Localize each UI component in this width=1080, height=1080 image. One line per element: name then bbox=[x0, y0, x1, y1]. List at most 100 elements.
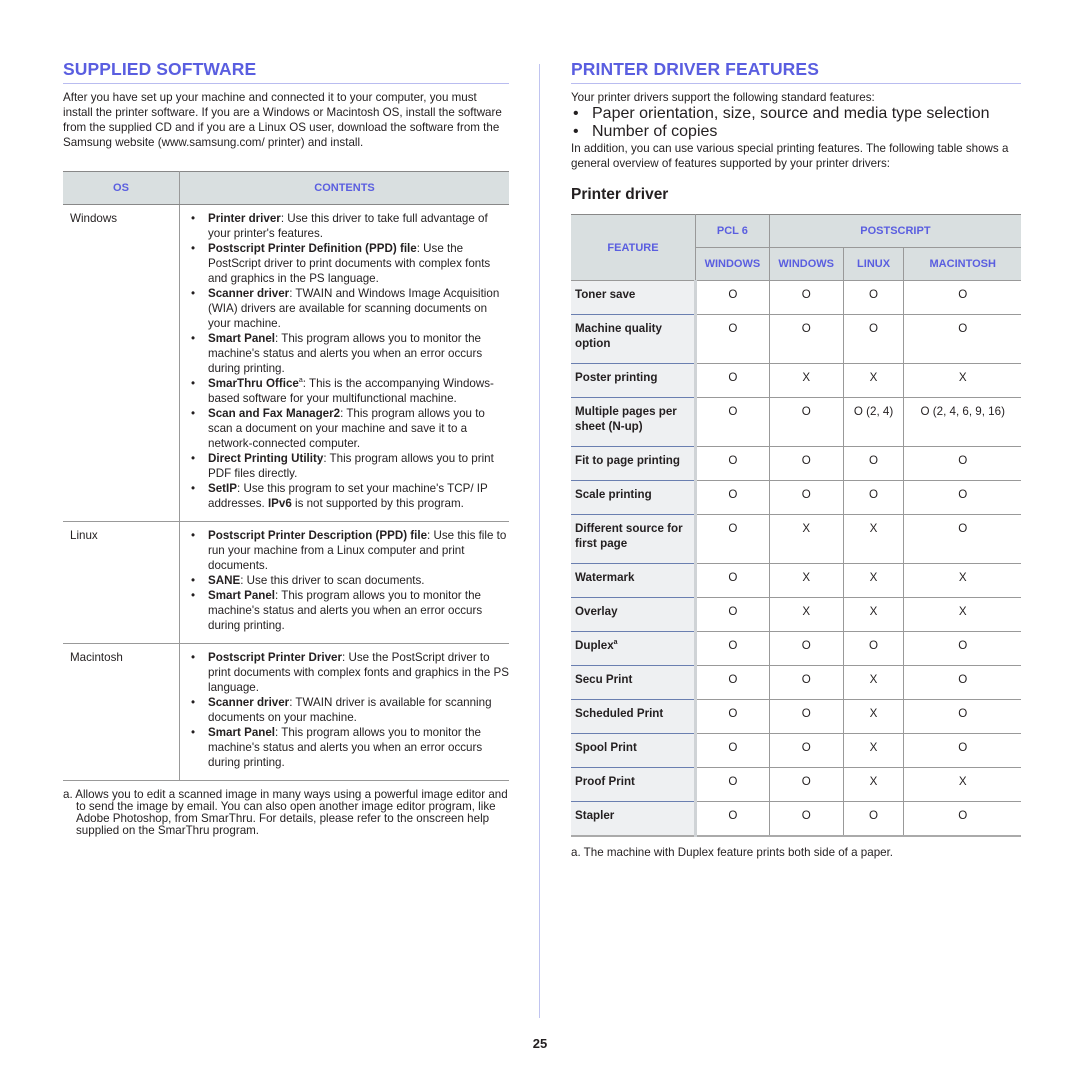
item-name: Smart Panel bbox=[208, 332, 276, 345]
table-row: Secu Print O O X O bbox=[571, 665, 1021, 700]
support-value: X bbox=[768, 363, 844, 398]
feature-name: Poster printing bbox=[571, 363, 697, 398]
support-value: O bbox=[768, 631, 844, 666]
item-name: Scanner driver bbox=[208, 696, 290, 709]
support-value: O bbox=[768, 280, 844, 315]
support-value: X bbox=[842, 514, 904, 564]
list-item: SmarThru Officea: This is the accompanyi… bbox=[188, 376, 509, 406]
item-emphasis: IPv6 bbox=[267, 497, 292, 510]
item-name: Postscript Printer Driver bbox=[208, 651, 343, 664]
table-row: Scheduled Print O O X O bbox=[571, 699, 1021, 734]
support-value: X bbox=[768, 514, 844, 564]
support-value: O bbox=[768, 480, 844, 515]
support-value: O bbox=[842, 480, 904, 515]
feature-label: Poster printing bbox=[575, 371, 658, 384]
support-value: O bbox=[903, 699, 1021, 734]
support-value: X bbox=[842, 563, 904, 598]
support-value: O bbox=[842, 314, 904, 364]
support-value: O bbox=[768, 314, 844, 364]
header-postscript: POSTSCRIPT bbox=[768, 214, 1021, 248]
intro-paragraph: Your printer drivers support the followi… bbox=[571, 91, 875, 104]
header-ps-windows: WINDOWS bbox=[768, 247, 844, 281]
support-value: X bbox=[842, 665, 904, 700]
page-number: 25 bbox=[532, 1036, 548, 1051]
feature-label: Secu Print bbox=[575, 673, 633, 686]
feature-label: Multiple pages per sheet (N-up) bbox=[575, 405, 677, 433]
feature-name: Duplexa bbox=[571, 631, 697, 666]
contents-list: Postscript Printer Description (PPD) fil… bbox=[188, 528, 509, 633]
feature-label: Duplex bbox=[575, 639, 614, 652]
table-row: MacintoshPostscript Printer Driver: Use … bbox=[63, 643, 509, 781]
item-name: SmarThru Office bbox=[208, 377, 299, 390]
list-item: SetIP: Use this program to set your mach… bbox=[188, 481, 509, 511]
contents-list: Printer driver: Use this driver to take … bbox=[188, 211, 509, 511]
support-value: X bbox=[903, 563, 1021, 598]
supplied-software-section: SUPPLIED SOFTWARE After you have set up … bbox=[63, 58, 509, 837]
item-name: SANE bbox=[208, 574, 241, 587]
support-value: O bbox=[695, 767, 770, 802]
item-name: Smart Panel bbox=[208, 589, 276, 602]
os-cell: Windows bbox=[63, 204, 180, 522]
list-item: Printer driver: Use this driver to take … bbox=[188, 211, 509, 241]
feature-name: Multiple pages per sheet (N-up) bbox=[571, 397, 697, 447]
list-item: Smart Panel: This program allows you to … bbox=[188, 331, 509, 376]
feature-name: Secu Print bbox=[571, 665, 697, 700]
support-value: O bbox=[695, 801, 770, 837]
table-row: Poster printing O X X X bbox=[571, 363, 1021, 398]
support-value: O bbox=[695, 397, 770, 447]
header-os: OS bbox=[63, 171, 180, 205]
list-item: Smart Panel: This program allows you to … bbox=[188, 725, 509, 770]
contents-cell: Postscript Printer Driver: Use the PostS… bbox=[179, 643, 509, 781]
support-value: O bbox=[842, 446, 904, 481]
support-value: X bbox=[842, 767, 904, 802]
feature-label: Overlay bbox=[575, 605, 618, 618]
support-value: O bbox=[842, 801, 904, 837]
item-name: Scanner driver bbox=[208, 287, 290, 300]
item-name: Postscript Printer Definition (PPD) file bbox=[208, 242, 417, 255]
item-description: is not supported by this program. bbox=[291, 497, 464, 510]
list-item: Postscript Printer Definition (PPD) file… bbox=[188, 241, 509, 286]
support-value: O bbox=[842, 631, 904, 666]
support-value: O bbox=[903, 480, 1021, 515]
section-title: PRINTER DRIVER FEATURES bbox=[571, 58, 1021, 84]
support-value: O bbox=[695, 480, 770, 515]
features-table: FEATURE PCL 6 POSTSCRIPT WINDOWS WINDOWS… bbox=[571, 214, 1021, 837]
support-value: O bbox=[768, 733, 844, 768]
support-value: O bbox=[695, 665, 770, 700]
support-value: O bbox=[768, 665, 844, 700]
table-row: Watermark O X X X bbox=[571, 563, 1021, 598]
feature-name: Stapler bbox=[571, 801, 697, 837]
feature-label: Stapler bbox=[575, 809, 615, 822]
support-value: O bbox=[695, 514, 770, 564]
list-item: SANE: Use this driver to scan documents. bbox=[188, 573, 509, 588]
section-title: SUPPLIED SOFTWARE bbox=[63, 58, 509, 84]
table-row: Proof Print O O X X bbox=[571, 767, 1021, 802]
support-value: O bbox=[695, 363, 770, 398]
support-value: X bbox=[842, 699, 904, 734]
feature-name: Toner save bbox=[571, 280, 697, 315]
support-value: O bbox=[768, 699, 844, 734]
feature-name: Proof Print bbox=[571, 767, 697, 802]
list-item: Scan and Fax Manager2: This program allo… bbox=[188, 406, 509, 451]
support-value: O bbox=[695, 446, 770, 481]
header-pcl-windows: WINDOWS bbox=[695, 247, 770, 281]
support-value: X bbox=[768, 563, 844, 598]
list-item: Direct Printing Utility: This program al… bbox=[188, 451, 509, 481]
support-value: X bbox=[842, 363, 904, 398]
support-value: O bbox=[695, 631, 770, 666]
software-table: OS CONTENTS WindowsPrinter driver: Use t… bbox=[63, 171, 509, 781]
item-description: : Use this driver to scan documents. bbox=[240, 574, 425, 587]
support-value: O bbox=[903, 665, 1021, 700]
footnote: a. Allows you to edit a scanned image in… bbox=[63, 788, 508, 837]
intro-paragraph-2: In addition, you can use various special… bbox=[571, 142, 1009, 170]
feature-name: Different source for first page bbox=[571, 514, 697, 564]
table-row: Linux Postscript Printer Description (PPD… bbox=[63, 521, 509, 644]
footnote: a. The machine with Duplex feature print… bbox=[571, 846, 894, 859]
feature-name: Spool Print bbox=[571, 733, 697, 768]
feature-name: Scheduled Print bbox=[571, 699, 697, 734]
support-value: O bbox=[695, 699, 770, 734]
support-value: O bbox=[903, 631, 1021, 666]
feature-label: Proof Print bbox=[575, 775, 635, 788]
feature-name: Machine quality option bbox=[571, 314, 697, 364]
footnote-marker: a bbox=[613, 639, 618, 647]
